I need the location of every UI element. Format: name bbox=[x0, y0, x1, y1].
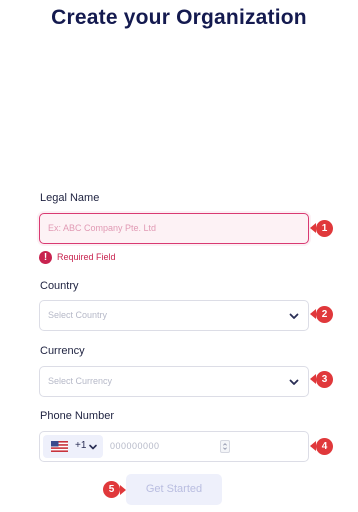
chevron-down-icon bbox=[289, 313, 299, 319]
page-title: Create your Organization bbox=[51, 6, 307, 29]
country-code: +1 bbox=[75, 440, 87, 451]
country-label: Country bbox=[40, 280, 79, 292]
currency-select[interactable]: Select Currency bbox=[39, 366, 309, 397]
us-flag-icon bbox=[51, 441, 68, 452]
marker-badge-3: 3 bbox=[316, 371, 333, 388]
error-text: Required Field bbox=[57, 252, 116, 262]
country-select[interactable]: Select Country bbox=[39, 300, 309, 331]
marker-badge-4: 4 bbox=[316, 438, 333, 455]
phone-label: Phone Number bbox=[40, 410, 114, 422]
legal-name-input[interactable]: Ex: ABC Company Pte. Ltd bbox=[39, 213, 309, 244]
number-spinner-icon[interactable] bbox=[220, 440, 230, 453]
get-started-button[interactable]: Get Started bbox=[126, 474, 222, 505]
error-icon: ! bbox=[39, 251, 52, 264]
legal-name-label: Legal Name bbox=[40, 192, 100, 204]
country-placeholder: Select Country bbox=[48, 310, 108, 320]
legal-name-placeholder: Ex: ABC Company Pte. Ltd bbox=[48, 223, 157, 233]
marker-badge-2: 2 bbox=[316, 306, 333, 323]
phone-input-group: +1 000000000 bbox=[39, 431, 309, 462]
chevron-down-icon bbox=[289, 379, 299, 385]
country-code-select[interactable]: +1 bbox=[43, 435, 103, 458]
marker-badge-1: 1 bbox=[316, 220, 333, 237]
chevron-down-icon bbox=[89, 444, 97, 450]
marker-badge-5: 5 bbox=[103, 481, 120, 498]
phone-number-input[interactable]: 000000000 bbox=[110, 441, 160, 451]
currency-placeholder: Select Currency bbox=[48, 376, 113, 386]
currency-label: Currency bbox=[40, 345, 85, 357]
